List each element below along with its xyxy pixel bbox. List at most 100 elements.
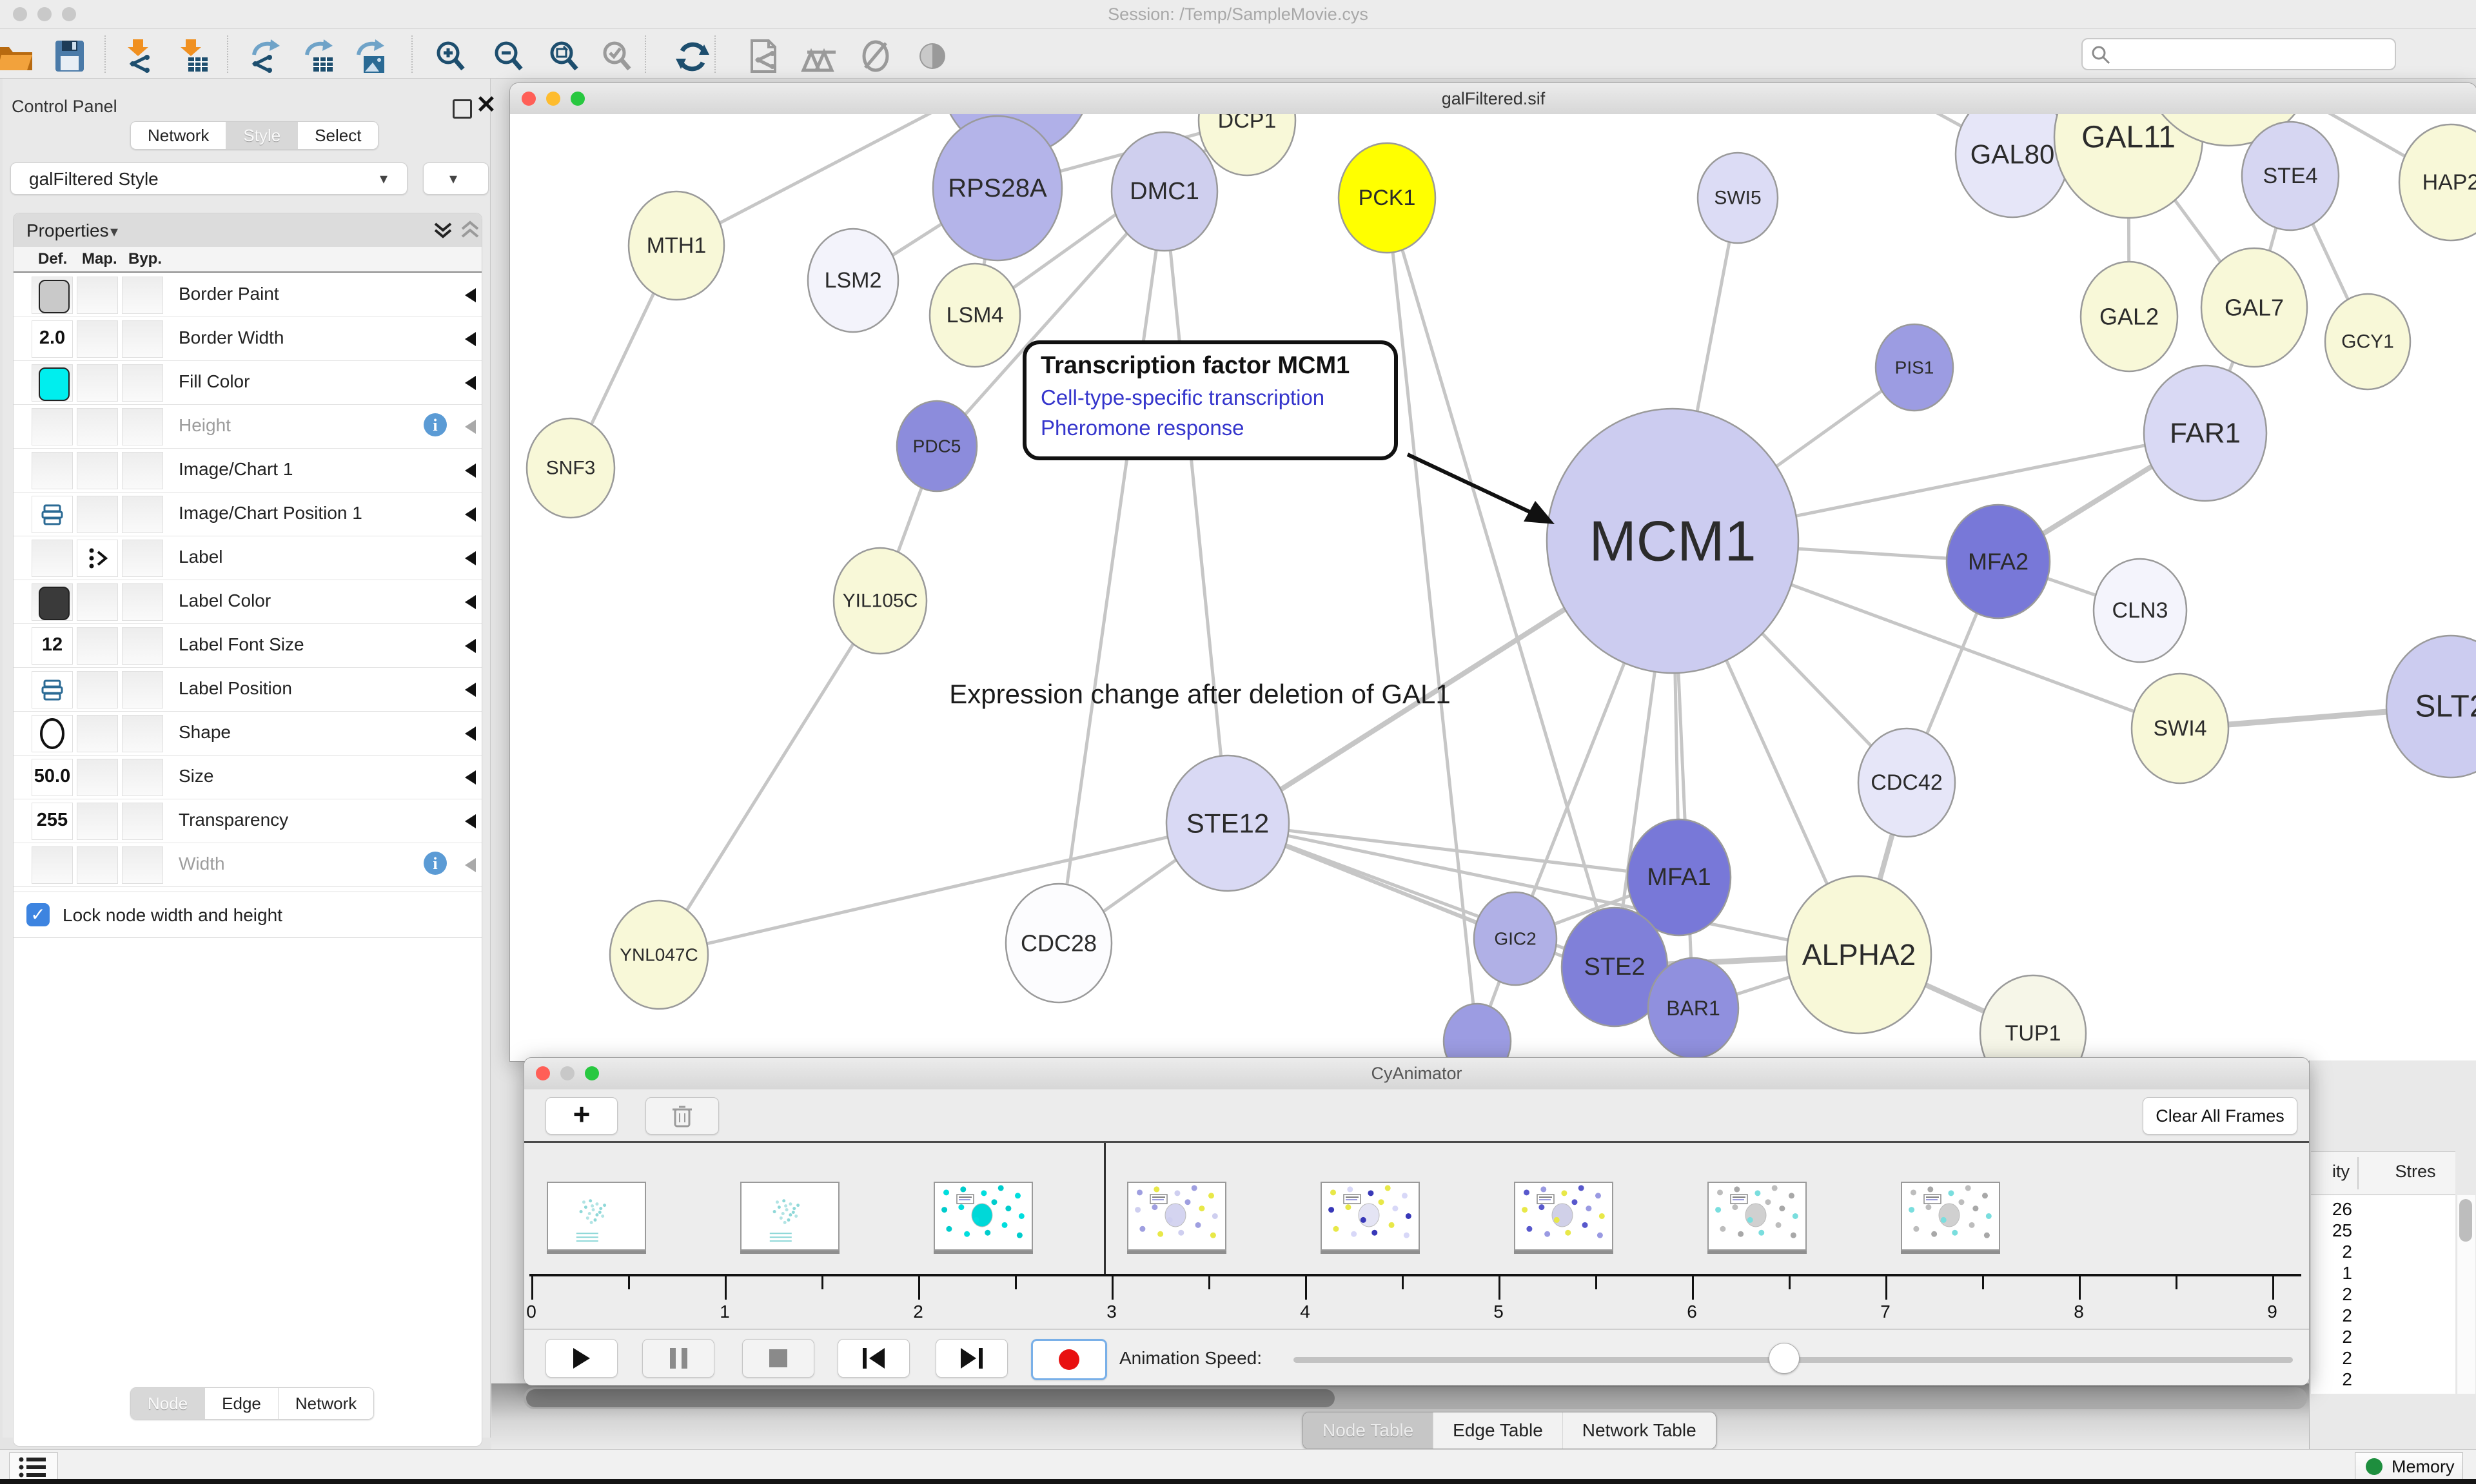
- network-node-PIS1[interactable]: PIS1: [1876, 324, 1953, 411]
- map-cell[interactable]: [77, 496, 118, 533]
- tab-select[interactable]: Select: [298, 122, 378, 149]
- show-details-icon[interactable]: [913, 38, 954, 72]
- expand-collapse-icons[interactable]: [433, 220, 482, 242]
- table-cell-value[interactable]: 1: [2311, 1263, 2352, 1284]
- network-node-YIL105C[interactable]: YIL105C: [834, 548, 927, 654]
- byp-cell[interactable]: [122, 364, 163, 402]
- network-node-PDC5[interactable]: PDC5: [897, 401, 977, 491]
- network-node-YNL047C[interactable]: YNL047C: [610, 901, 708, 1009]
- control-panel-close-icon[interactable]: ✕: [476, 90, 496, 119]
- network-edge[interactable]: [1059, 191, 1164, 943]
- def-cell[interactable]: [32, 496, 73, 533]
- network-node-STE4[interactable]: STE4: [2242, 122, 2339, 230]
- map-cell[interactable]: [77, 320, 118, 358]
- annotation-link[interactable]: Pheromone response: [1041, 416, 1394, 440]
- table-tab-network-table[interactable]: Network Table: [1563, 1412, 1716, 1449]
- network-node-SWI4[interactable]: SWI4: [2132, 674, 2228, 783]
- network-edge[interactable]: [1387, 198, 1477, 1041]
- zoom-fit-icon[interactable]: [544, 38, 585, 72]
- def-cell[interactable]: [32, 364, 73, 402]
- open-session-icon[interactable]: [0, 38, 36, 72]
- export-table-icon[interactable]: [298, 38, 339, 72]
- def-cell[interactable]: [32, 671, 73, 708]
- expand-arrow-icon[interactable]: [465, 332, 476, 346]
- expand-arrow-icon[interactable]: [465, 420, 476, 434]
- info-icon[interactable]: i: [424, 413, 447, 436]
- def-cell[interactable]: [32, 540, 73, 577]
- expand-arrow-icon[interactable]: [465, 727, 476, 741]
- network-node-GCY1[interactable]: GCY1: [2325, 294, 2410, 389]
- info-icon[interactable]: i: [424, 852, 447, 875]
- frame-thumbnail-0[interactable]: [547, 1182, 646, 1251]
- network-canvas[interactable]: DCP1RPS28ADMC1PCK1SWI5GAL80GAL11STE4HAP2…: [510, 114, 2476, 1060]
- network-window-titlebar[interactable]: galFiltered.sif: [510, 83, 2476, 115]
- map-cell[interactable]: [77, 671, 118, 708]
- expand-arrow-icon[interactable]: [465, 858, 476, 872]
- network-node-FAR1[interactable]: FAR1: [2144, 366, 2266, 501]
- byp-cell[interactable]: [122, 277, 163, 314]
- table-cell-value[interactable]: 2: [2311, 1348, 2352, 1369]
- network-node-MTH1[interactable]: MTH1: [629, 191, 724, 300]
- frame-thumbnail-5[interactable]: [1514, 1182, 1613, 1251]
- refresh-view-icon[interactable]: [672, 38, 713, 72]
- network-node-ALPHA2[interactable]: ALPHA2: [1787, 876, 1931, 1033]
- save-session-icon[interactable]: [49, 38, 90, 72]
- frame-thumbnail-2[interactable]: [934, 1182, 1033, 1251]
- record-button[interactable]: [1031, 1339, 1107, 1380]
- frame-thumbnail-1[interactable]: [740, 1182, 840, 1251]
- tab-style[interactable]: Style: [226, 122, 298, 149]
- network-node-BAR1[interactable]: BAR1: [1648, 958, 1738, 1059]
- search-input[interactable]: [2116, 42, 2390, 65]
- network-node-CDC28[interactable]: CDC28: [1006, 884, 1112, 1002]
- byp-cell[interactable]: [122, 759, 163, 796]
- network-node-LSM2[interactable]: LSM2: [808, 229, 898, 332]
- browse-network-icon[interactable]: [800, 38, 841, 72]
- table-vertical-scrollbar[interactable]: [2457, 1195, 2475, 1394]
- annotation-link[interactable]: Cell-type-specific transcription: [1041, 386, 1394, 410]
- byp-cell[interactable]: [122, 803, 163, 840]
- network-node-GAL2[interactable]: GAL2: [2081, 262, 2177, 371]
- skip-end-button[interactable]: [936, 1339, 1008, 1378]
- expand-arrow-icon[interactable]: [465, 464, 476, 478]
- table-column-header[interactable]: ity: [2317, 1162, 2350, 1182]
- task-history-button[interactable]: [9, 1452, 58, 1482]
- panel-tab-node[interactable]: Node: [131, 1388, 205, 1419]
- network-edge[interactable]: [659, 601, 880, 955]
- network-edge[interactable]: [1164, 191, 1228, 823]
- def-cell[interactable]: [32, 408, 73, 445]
- table-cell-value[interactable]: 2: [2311, 1284, 2352, 1305]
- column-divider[interactable]: [2357, 1157, 2359, 1189]
- network-node-DMC1[interactable]: DMC1: [1112, 132, 1217, 251]
- expand-arrow-icon[interactable]: [465, 683, 476, 697]
- export-network-icon[interactable]: [245, 38, 286, 72]
- expand-arrow-icon[interactable]: [465, 639, 476, 653]
- byp-cell[interactable]: [122, 320, 163, 358]
- network-node-GAL7[interactable]: GAL7: [2201, 248, 2307, 367]
- def-cell[interactable]: 255: [32, 803, 73, 840]
- def-cell[interactable]: 2.0: [32, 320, 73, 358]
- network-node-RPS28A[interactable]: RPS28A: [933, 116, 1062, 260]
- def-cell[interactable]: [32, 715, 73, 752]
- map-cell[interactable]: [77, 540, 118, 577]
- horizontal-scrollbar-thumb[interactable]: [526, 1389, 1335, 1407]
- map-cell[interactable]: [77, 452, 118, 489]
- byp-cell[interactable]: [122, 496, 163, 533]
- timeline-ruler[interactable]: [529, 1274, 2301, 1276]
- panel-tab-network[interactable]: Network: [279, 1388, 373, 1419]
- zoom-in-icon[interactable]: [431, 38, 472, 72]
- map-cell[interactable]: [77, 759, 118, 796]
- table-cell-value[interactable]: 26: [2311, 1199, 2352, 1220]
- expand-arrow-icon[interactable]: [465, 376, 476, 390]
- timeline-playhead[interactable]: [1104, 1143, 1106, 1276]
- expand-arrow-icon[interactable]: [465, 507, 476, 522]
- map-cell[interactable]: [77, 627, 118, 665]
- lock-checkbox[interactable]: ✓: [26, 903, 50, 926]
- map-cell[interactable]: [77, 803, 118, 840]
- table-cell-value[interactable]: 2: [2311, 1305, 2352, 1326]
- import-network-icon[interactable]: [120, 38, 161, 72]
- network-node-PCK1[interactable]: PCK1: [1339, 143, 1435, 253]
- clear-all-frames-button[interactable]: Clear All Frames: [2143, 1097, 2297, 1135]
- stop-button[interactable]: [742, 1339, 814, 1378]
- control-panel-float-icon[interactable]: [453, 99, 472, 119]
- network-node-CDC42[interactable]: CDC42: [1858, 728, 1955, 837]
